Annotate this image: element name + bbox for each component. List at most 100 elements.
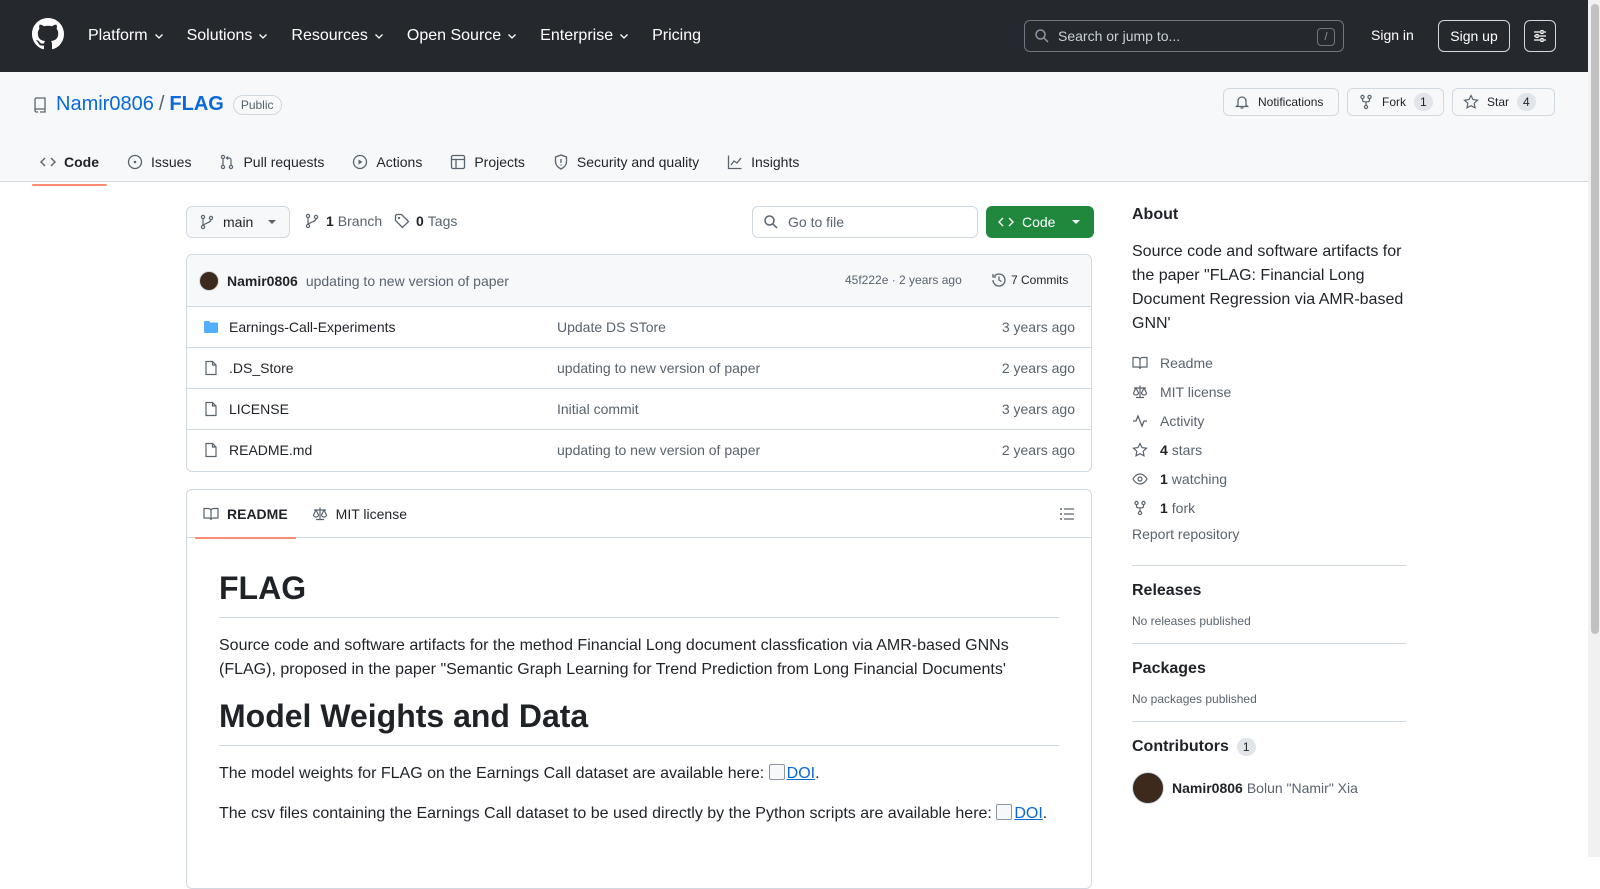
github-logo-icon[interactable]: [32, 18, 64, 50]
visibility-badge: Public: [232, 94, 282, 115]
tab-insights[interactable]: Insights: [719, 142, 807, 182]
tab-issues[interactable]: Issues: [119, 142, 199, 182]
search-placeholder: Search or jump to...: [1058, 28, 1181, 44]
branch-label: Branch: [337, 213, 383, 229]
repo-title: Namir0806 / FLAG Public: [32, 93, 282, 116]
settings-menu-button[interactable]: [1524, 20, 1556, 52]
star-icon: [1132, 441, 1148, 457]
nav-solutions[interactable]: Solutions: [187, 24, 270, 48]
code-icon: [40, 157, 56, 167]
commits-label: 7 Commits: [1011, 273, 1069, 287]
chevron-down-icon: [374, 34, 383, 39]
repo-separator: /: [158, 93, 165, 115]
shield-icon: [554, 154, 568, 170]
file-name[interactable]: .DS_Store: [229, 360, 294, 376]
file-date: 3 years ago: [1001, 401, 1075, 417]
file-commit-message[interactable]: updating to new version of paper: [557, 360, 760, 376]
tab-license[interactable]: MIT license: [304, 490, 415, 538]
file-row[interactable]: README.md updating to new version of pap…: [187, 430, 1091, 471]
scrollbar-thumb[interactable]: [1591, 4, 1599, 634]
link-label: Readme: [1160, 354, 1213, 371]
issue-icon: [127, 154, 143, 170]
link-label: stars: [1171, 441, 1203, 458]
tab-readme[interactable]: README: [195, 490, 296, 539]
list-icon[interactable]: [1059, 506, 1075, 522]
readme-panel: README MIT license FLAG Source code and …: [186, 489, 1092, 889]
nav-resources[interactable]: Resources: [291, 24, 384, 48]
tab-projects[interactable]: Projects: [442, 142, 533, 182]
commits-link[interactable]: 7 Commits: [991, 272, 1068, 288]
file-row[interactable]: .DS_Store updating to new version of pap…: [187, 348, 1091, 389]
avatar[interactable]: [199, 270, 219, 291]
releases-title[interactable]: Releases: [1132, 582, 1406, 600]
file-commit-message[interactable]: Initial commit: [557, 401, 639, 417]
bell-icon: [1234, 96, 1250, 109]
license-link[interactable]: MIT license: [1132, 377, 1406, 406]
tab-label: Insights: [751, 154, 800, 170]
nav-label: Solutions: [186, 27, 253, 44]
nav-label: Open Source: [406, 27, 502, 44]
tab-code[interactable]: Code: [32, 142, 107, 186]
caret-down-icon: [1072, 220, 1081, 224]
code-button-label: Code: [1022, 214, 1056, 230]
file-date: 2 years ago: [1001, 442, 1075, 458]
tab-pull-requests[interactable]: Pull requests: [211, 142, 332, 182]
forks-link[interactable]: 1 fork: [1132, 493, 1406, 522]
sign-in-link[interactable]: Sign in: [1371, 27, 1414, 43]
sign-up-button[interactable]: Sign up: [1438, 20, 1510, 52]
file-commit-message[interactable]: Update DS STore: [557, 319, 666, 335]
commit-message[interactable]: updating to new version of paper: [306, 273, 509, 289]
stars-link[interactable]: 4 stars: [1132, 435, 1406, 464]
tab-label: Security and quality: [576, 154, 700, 170]
repo-tabs: Code Issues Pull requests Actions Projec…: [32, 142, 819, 186]
tab-security[interactable]: Security and quality: [545, 142, 707, 182]
contributors-title[interactable]: Contributors 1: [1132, 738, 1406, 756]
search-input[interactable]: Search or jump to... /: [1024, 20, 1344, 52]
doi-badge-link[interactable]: DOI: [768, 764, 816, 782]
file-row[interactable]: Earnings-Call-Experiments Update DS STor…: [187, 307, 1091, 348]
go-to-file-input[interactable]: Go to file: [752, 206, 978, 238]
tag-icon: [394, 213, 410, 229]
file-name[interactable]: Earnings-Call-Experiments: [229, 319, 396, 335]
avatar[interactable]: [1132, 772, 1164, 804]
doi-text: DOI: [786, 765, 816, 782]
file-row[interactable]: LICENSE Initial commit 3 years ago: [187, 389, 1091, 430]
nav-enterprise[interactable]: Enterprise: [540, 24, 630, 48]
branch-icon: [305, 213, 319, 229]
tags-link[interactable]: 0 Tags: [394, 213, 457, 229]
watching-count: 1: [1160, 470, 1168, 487]
activity-link[interactable]: Activity: [1132, 406, 1406, 435]
contributor-item[interactable]: Namir0806 Bolun "Namir" Xia: [1132, 772, 1406, 804]
branch-icon: [200, 214, 214, 230]
nav-platform[interactable]: Platform: [88, 24, 165, 48]
notifications-button[interactable]: Notifications: [1223, 88, 1339, 116]
doi-badge-link[interactable]: DOI: [996, 804, 1043, 822]
nav-open-source[interactable]: Open Source: [407, 24, 518, 48]
law-icon: [1132, 385, 1148, 398]
file-name[interactable]: LICENSE: [229, 401, 289, 417]
packages-title[interactable]: Packages: [1132, 660, 1406, 678]
contributor-login[interactable]: Namir0806: [1172, 780, 1243, 796]
repo-owner-link[interactable]: Namir0806: [56, 93, 154, 116]
readme-link[interactable]: Readme: [1132, 348, 1406, 377]
code-dropdown-button[interactable]: Code: [986, 206, 1094, 238]
commit-hash-time[interactable]: 45f222e · 2 years ago: [845, 273, 962, 287]
tag-label: Tags: [427, 213, 458, 229]
contributors-count: 1: [1236, 738, 1256, 756]
file-name[interactable]: README.md: [229, 442, 312, 458]
branch-selector[interactable]: main: [186, 206, 290, 238]
branches-link[interactable]: 1 Branch: [304, 213, 382, 229]
chevron-down-icon: [154, 34, 163, 39]
readme-tabs: README MIT license: [187, 490, 1091, 539]
fork-icon: [1360, 94, 1372, 110]
report-repository-link[interactable]: Report repository: [1132, 526, 1406, 550]
tab-actions[interactable]: Actions: [344, 142, 430, 182]
readme-body: FLAG Source code and software artifacts …: [187, 538, 1091, 826]
fork-button[interactable]: Fork 1: [1347, 88, 1444, 116]
watchers-link[interactable]: 1 watching: [1132, 464, 1406, 493]
commit-author[interactable]: Namir0806: [227, 273, 298, 289]
nav-pricing[interactable]: Pricing: [652, 24, 701, 48]
repo-name-link[interactable]: FLAG: [169, 93, 223, 116]
file-commit-message[interactable]: updating to new version of paper: [557, 442, 760, 458]
star-button[interactable]: Star 4: [1452, 88, 1555, 116]
